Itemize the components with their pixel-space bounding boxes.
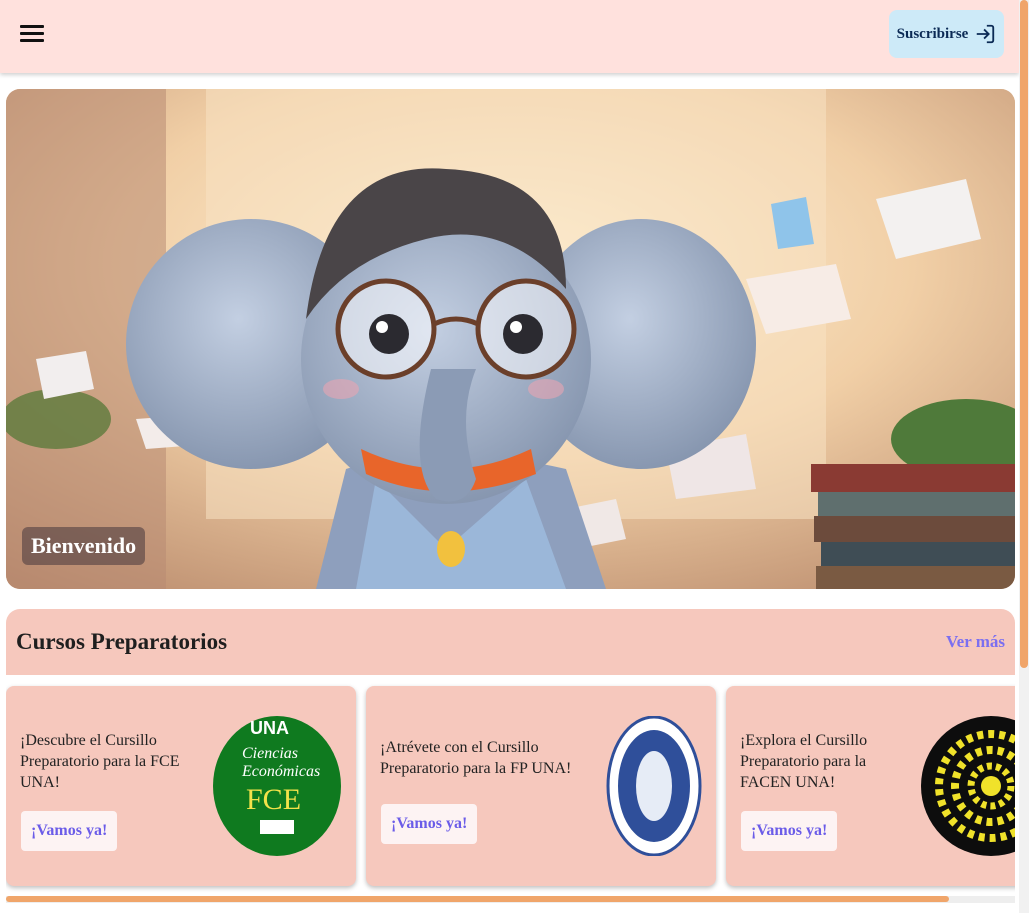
divider — [6, 675, 1015, 686]
hero-elephant-illustration — [6, 89, 1015, 589]
course-card-fp[interactable]: ¡Atrévete con el Cursillo Preparatorio p… — [366, 686, 716, 886]
course-card-fce[interactable]: ¡Descubre el Cursillo Preparatorio para … — [6, 686, 356, 886]
hamburger-menu-icon[interactable] — [18, 22, 46, 46]
fce-logo-ciencias: Ciencias — [242, 745, 298, 762]
section-title: Cursos Preparatorios — [16, 629, 228, 654]
top-app-bar: Suscribirse — [0, 0, 1019, 73]
course-card-text: ¡Descubre el Cursillo Preparatorio para … — [20, 732, 180, 791]
see-more-link[interactable]: Ver más — [946, 632, 1005, 652]
go-button-fp[interactable]: ¡Vamos ya! — [381, 804, 478, 844]
course-cards-carousel: ¡Descubre el Cursillo Preparatorio para … — [6, 686, 1015, 899]
login-arrow-icon — [977, 24, 995, 44]
course-card-text: ¡Explora el Cursillo Preparatorio para l… — [740, 732, 868, 791]
fce-una-logo: UNA Ciencias Económicas FCE — [213, 716, 341, 856]
horizontal-scrollbar-thumb[interactable] — [6, 896, 949, 902]
subscribe-label: Suscribirse — [896, 25, 969, 42]
fce-logo-economicas: Económicas — [241, 763, 320, 780]
fp-una-seal — [606, 716, 702, 856]
go-button-facen[interactable]: ¡Vamos ya! — [741, 811, 838, 851]
courses-section: Cursos Preparatorios Ver más ¡Descubre e… — [6, 609, 1015, 899]
fce-logo-fce: FCE — [246, 783, 301, 816]
vertical-scrollbar-thumb[interactable] — [1020, 0, 1028, 668]
course-card-text: ¡Atrévete con el Cursillo Preparatorio p… — [380, 739, 572, 777]
fce-logo-una: UNA — [250, 718, 289, 738]
courses-header: Cursos Preparatorios Ver más — [6, 609, 1015, 675]
facen-una-logo — [921, 716, 1015, 856]
hero-caption: Bienvenido — [22, 527, 146, 565]
hero-banner: Bienvenido — [6, 89, 1015, 589]
course-card-facen[interactable]: ¡Explora el Cursillo Preparatorio para l… — [726, 686, 1015, 886]
subscribe-button[interactable]: Suscribirse — [889, 10, 1004, 58]
go-button-fce[interactable]: ¡Vamos ya! — [21, 811, 118, 851]
